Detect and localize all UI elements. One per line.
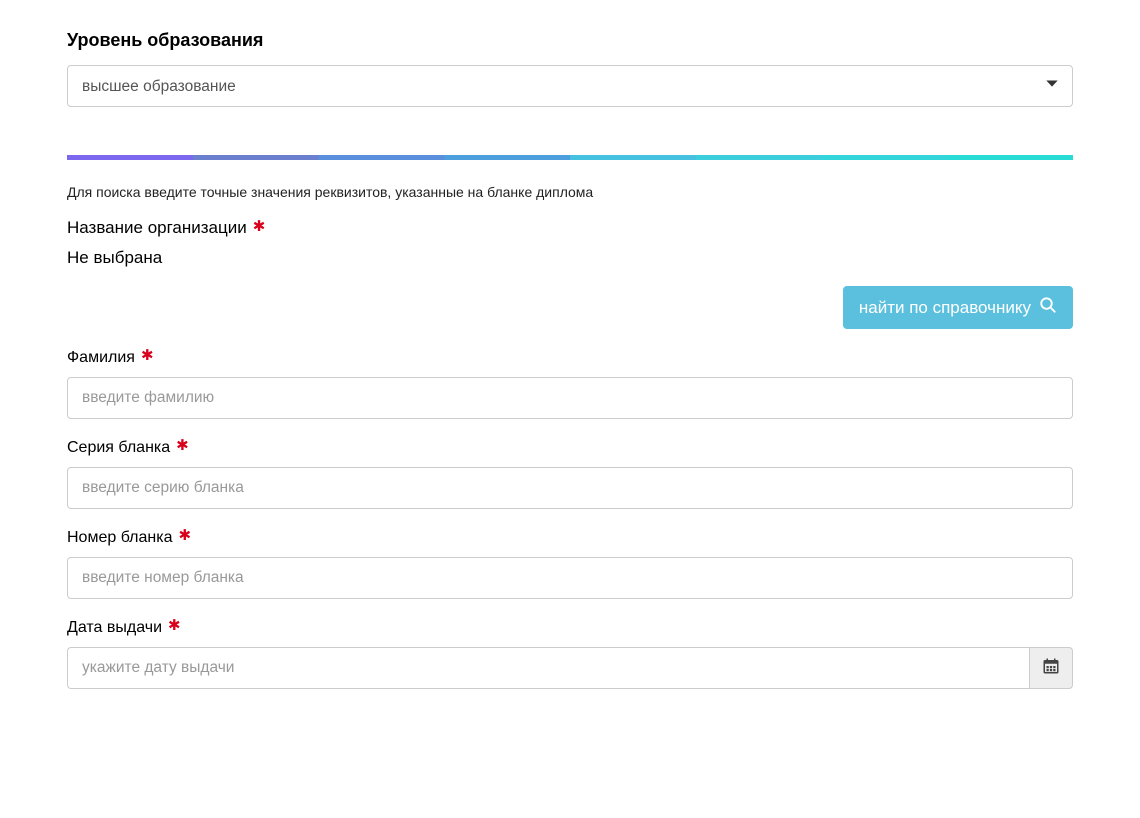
surname-label: Фамилия ✱ xyxy=(67,349,1073,367)
search-icon xyxy=(1039,296,1057,319)
calendar-icon xyxy=(1042,657,1060,680)
required-asterisk: ✱ xyxy=(141,348,154,363)
required-asterisk: ✱ xyxy=(168,618,181,633)
issue-date-field: Дата выдачи ✱ xyxy=(67,619,1073,689)
search-hint-text: Для поиска введите точные значения рекви… xyxy=(67,184,1073,200)
series-label: Серия бланка ✱ xyxy=(67,439,1073,457)
lookup-button-label: найти по справочнику xyxy=(859,298,1031,318)
education-level-title: Уровень образования xyxy=(67,30,1073,51)
issue-date-label-text: Дата выдачи xyxy=(67,619,162,637)
required-asterisk: ✱ xyxy=(178,528,191,543)
surname-field: Фамилия ✱ xyxy=(67,349,1073,419)
required-asterisk: ✱ xyxy=(176,438,189,453)
series-label-text: Серия бланка xyxy=(67,439,170,457)
series-input[interactable] xyxy=(67,467,1073,509)
number-field: Номер бланка ✱ xyxy=(67,529,1073,599)
number-input[interactable] xyxy=(67,557,1073,599)
education-level-select-wrap: высшее образование xyxy=(67,65,1073,107)
surname-label-text: Фамилия xyxy=(67,349,135,367)
required-asterisk: ✱ xyxy=(253,219,266,234)
education-level-select[interactable]: высшее образование xyxy=(67,65,1073,107)
lookup-button-row: найти по справочнику xyxy=(67,286,1073,329)
organization-label: Название организации ✱ xyxy=(67,218,1073,238)
organization-value: Не выбрана xyxy=(67,248,1073,268)
lookup-directory-button[interactable]: найти по справочнику xyxy=(843,286,1073,329)
issue-date-label: Дата выдачи ✱ xyxy=(67,619,1073,637)
issue-date-input[interactable] xyxy=(67,647,1029,689)
number-label: Номер бланка ✱ xyxy=(67,529,1073,547)
date-picker-button[interactable] xyxy=(1029,647,1073,689)
number-label-text: Номер бланка xyxy=(67,529,172,547)
organization-label-text: Название организации xyxy=(67,218,247,238)
gradient-divider xyxy=(67,155,1073,160)
issue-date-input-group xyxy=(67,647,1073,689)
surname-input[interactable] xyxy=(67,377,1073,419)
series-field: Серия бланка ✱ xyxy=(67,439,1073,509)
